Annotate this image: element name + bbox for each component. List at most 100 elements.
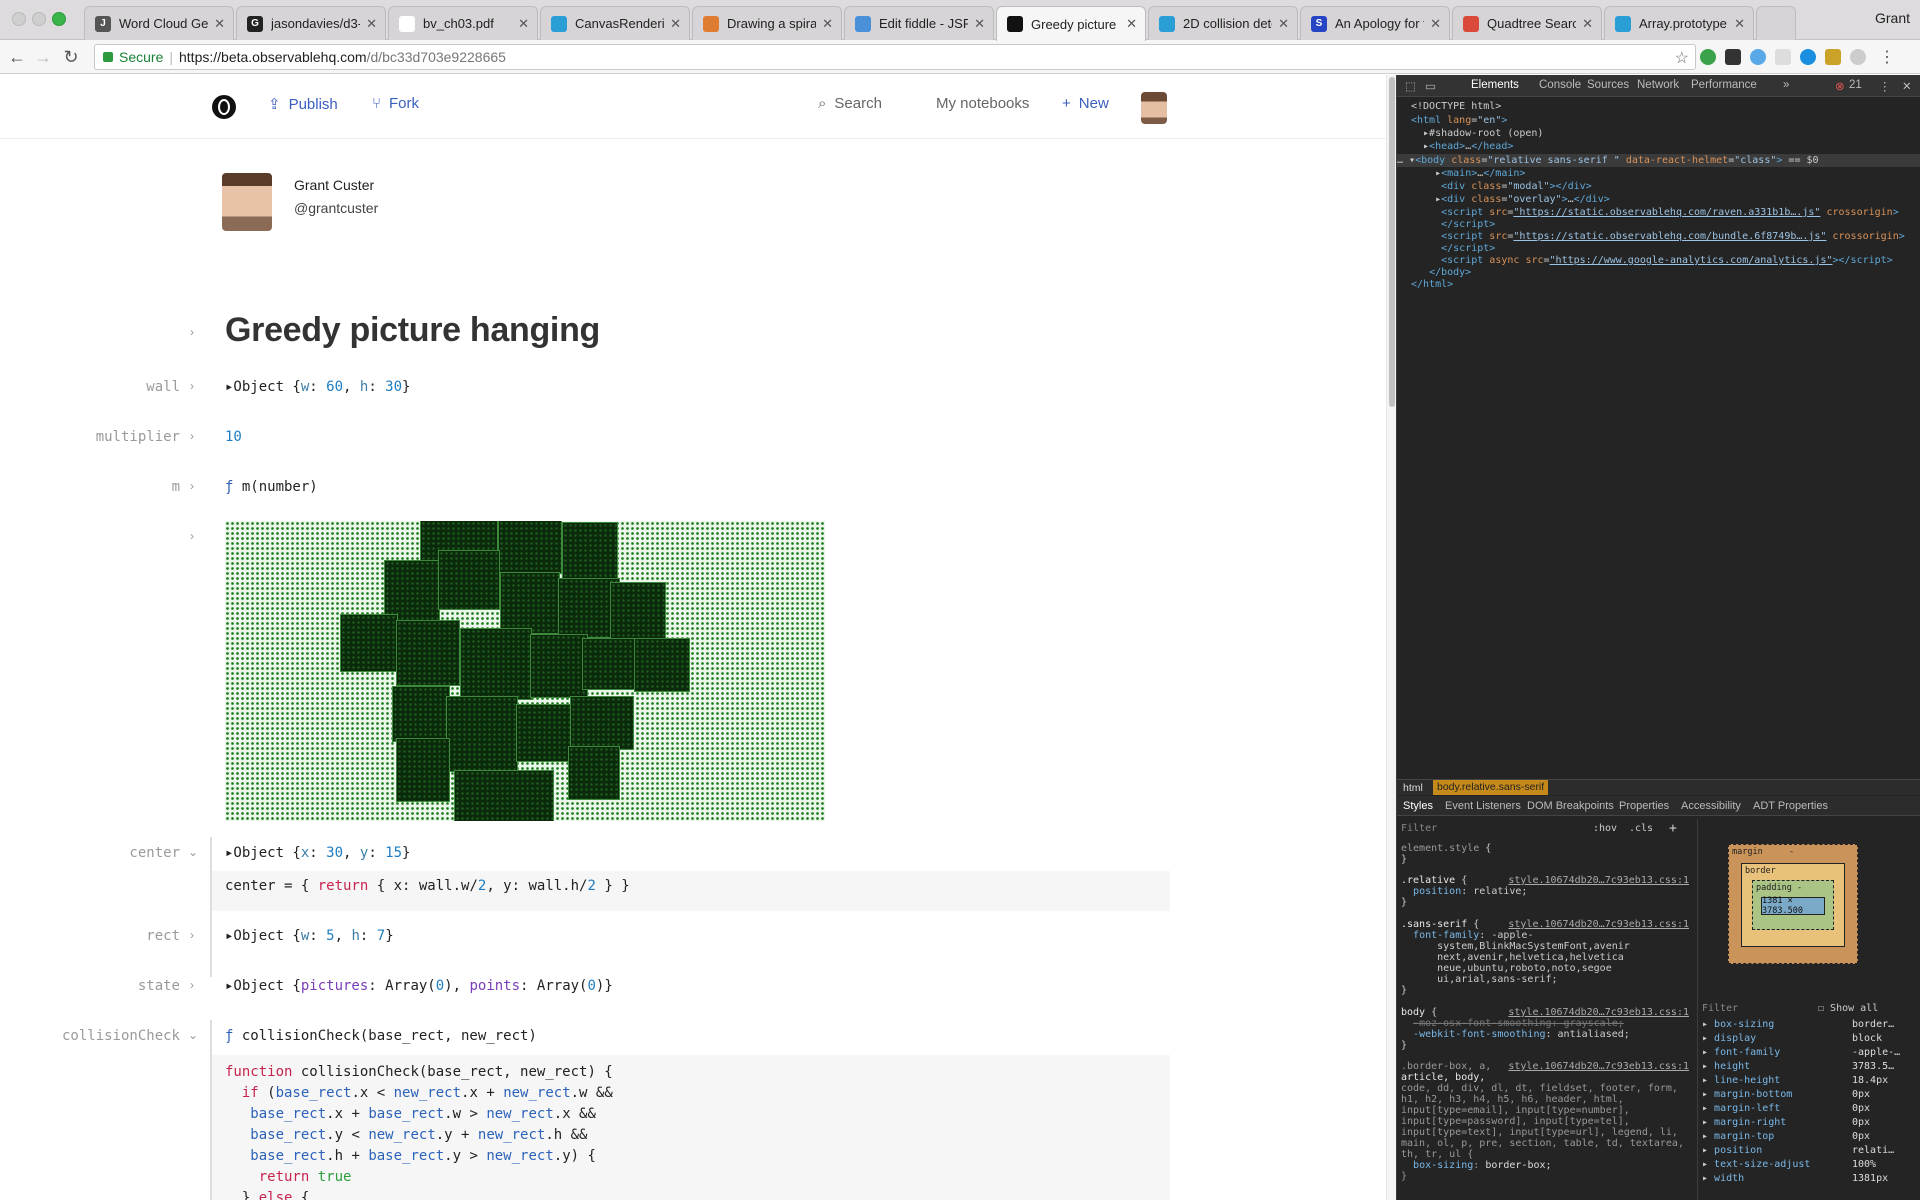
error-icon[interactable]: ⊗ [1835, 79, 1845, 93]
cell-label-m[interactable]: m [0, 479, 180, 495]
box-model-content[interactable]: 1381 × 3783.500 [1761, 896, 1825, 916]
browser-tab[interactable]: Drawing a spiral on ✕ [692, 6, 842, 40]
address-bar[interactable]: Secure | https:// beta.observablehq.com … [94, 44, 1696, 70]
extension-icon-6[interactable] [1825, 49, 1841, 65]
style-rule[interactable]: .sans-serif { font-family: -apple- syste… [1401, 919, 1630, 996]
browser-tab[interactable]: Gjasondavies/d3-clo ✕ [236, 6, 386, 40]
cell-label-wall[interactable]: wall [0, 379, 180, 395]
tab-close-icon[interactable]: ✕ [822, 16, 833, 32]
devtools-tab-elements[interactable]: Elements [1471, 79, 1519, 91]
chevron-right-icon[interactable]: › [190, 479, 194, 493]
box-model-padding[interactable]: padding - 1381 × 3783.500 [1752, 880, 1834, 930]
dom-line[interactable]: ▸<div class="overlay">…</div> [1411, 194, 1610, 205]
box-model-border[interactable]: border padding - 1381 × 3783.500 [1741, 863, 1845, 947]
tab-close-icon[interactable]: ✕ [974, 16, 985, 32]
browser-tab[interactable]: bv_ch03.pdf ✕ [388, 6, 538, 40]
dom-line[interactable]: ▸<main>…</main> [1411, 168, 1525, 179]
error-count[interactable]: 21 [1849, 79, 1862, 91]
minimize-window-button[interactable] [32, 12, 46, 26]
extension-icon-7[interactable] [1850, 49, 1866, 65]
dom-line[interactable]: </body> [1411, 267, 1471, 278]
new-rule-icon[interactable]: + [1669, 821, 1677, 836]
computed-property[interactable]: ▸ position relati… [1702, 1145, 1908, 1156]
scrollbar-thumb[interactable] [1389, 77, 1395, 407]
dom-line[interactable]: <!DOCTYPE html> [1411, 101, 1501, 112]
more-tabs-icon[interactable]: » [1783, 79, 1789, 91]
devtools-tab-sources[interactable]: Sources [1587, 79, 1629, 91]
style-source-link[interactable]: style.10674db20…7c93eb13.css:1 [1508, 1061, 1689, 1072]
dom-line[interactable]: ▸#shadow-root (open) [1411, 128, 1543, 139]
dom-line[interactable]: </html> [1411, 279, 1453, 290]
author-handle[interactable]: @grantcuster [294, 200, 378, 216]
browser-tab[interactable]: CanvasRenderingC ✕ [540, 6, 690, 40]
chevron-down-icon[interactable]: ⌄ [188, 845, 198, 859]
dom-line[interactable]: <script src="https://static.observablehq… [1411, 207, 1899, 218]
close-window-button[interactable] [12, 12, 26, 26]
dom-line[interactable]: </script> [1411, 219, 1495, 230]
devtools-menu-icon[interactable]: ⋮ [1879, 79, 1891, 93]
browser-tab[interactable]: Quadtree Search - ✕ [1452, 6, 1602, 40]
extension-icon-3[interactable] [1750, 49, 1766, 65]
extension-icon-2[interactable] [1725, 49, 1741, 65]
subtab-properties[interactable]: Properties [1619, 800, 1669, 812]
subtab-event-listeners[interactable]: Event Listeners [1445, 800, 1521, 812]
tab-close-icon[interactable]: ✕ [1430, 16, 1441, 32]
cell-output-wall[interactable]: ▸Object {w: 60, h: 30} [225, 379, 410, 395]
chevron-right-icon[interactable]: › [190, 325, 194, 339]
code-center[interactable]: center = { return { x: wall.w/2, y: wall… [225, 878, 630, 894]
devtools-tab-console[interactable]: Console [1539, 79, 1581, 91]
cell-label-multiplier[interactable]: multiplier [0, 429, 180, 445]
user-avatar[interactable] [1141, 92, 1167, 124]
browser-tab[interactable]: S An Apology for the ✕ [1300, 6, 1450, 40]
cls-toggle[interactable]: .cls [1629, 823, 1653, 834]
dom-line[interactable]: <script src="https://static.observablehq… [1411, 231, 1905, 242]
devtools-close-icon[interactable]: ✕ [1902, 79, 1912, 93]
page-scrollbar[interactable] [1386, 75, 1396, 1200]
style-source-link[interactable]: style.10674db20…7c93eb13.css:1 [1508, 919, 1689, 930]
style-rule[interactable]: element.style { } [1401, 843, 1491, 865]
computed-property[interactable]: ▸ margin-left 0px [1702, 1103, 1908, 1114]
author-name[interactable]: Grant Custer [294, 177, 374, 193]
chevron-right-icon[interactable]: › [190, 529, 194, 543]
devtools-tab-performance[interactable]: Performance [1691, 79, 1757, 91]
zoom-window-button[interactable] [52, 12, 66, 26]
profile-button[interactable]: Grant [1875, 10, 1910, 26]
computed-property[interactable]: ▸ font-family -apple-… [1702, 1047, 1908, 1058]
browser-tab[interactable]: Array.prototype.ev ✕ [1604, 6, 1754, 40]
cell-label-state[interactable]: state [0, 978, 180, 994]
computed-property[interactable]: ▸ height 3783.5… [1702, 1061, 1908, 1072]
dom-line[interactable]: ▸<head>…</head> [1411, 141, 1513, 152]
observable-logo[interactable] [212, 95, 236, 119]
inspect-element-icon[interactable]: ⬚ [1405, 79, 1416, 93]
tab-close-icon[interactable]: ✕ [214, 16, 225, 32]
cell-output-center[interactable]: ▸Object {x: 30, y: 15} [225, 845, 410, 861]
chevron-right-icon[interactable]: › [190, 429, 194, 443]
browser-tab[interactable]: Edit fiddle - JSFiddle ✕ [844, 6, 994, 40]
tab-close-icon[interactable]: ✕ [1734, 16, 1745, 32]
computed-property[interactable]: ▸ margin-right 0px [1702, 1117, 1908, 1128]
dom-line[interactable]: <script async src="https://www.google-an… [1411, 255, 1893, 266]
browser-menu-icon[interactable]: ⋮ [1876, 46, 1898, 68]
devtools-tab-network[interactable]: Network [1637, 79, 1679, 91]
chevron-right-icon[interactable]: › [190, 928, 194, 942]
cell-output-rect[interactable]: ▸Object {w: 5, h: 7} [225, 928, 394, 944]
extension-icon-1[interactable] [1700, 49, 1716, 65]
hov-toggle[interactable]: :hov [1593, 823, 1617, 834]
subtab-adt-properties[interactable]: ADT Properties [1753, 800, 1828, 812]
fork-button[interactable]: ⑂ Fork [372, 95, 419, 112]
subtab-dom-breakpoints[interactable]: DOM Breakpoints [1527, 800, 1614, 812]
dom-line-body[interactable]: … ▾<body class="relative sans-serif " da… [1397, 155, 1819, 166]
computed-property[interactable]: ▸ width 1381px [1702, 1173, 1908, 1184]
extension-icon-4[interactable] [1775, 49, 1791, 65]
computed-property[interactable]: ▸ margin-top 0px [1702, 1131, 1908, 1142]
box-model-margin[interactable]: margin - border padding - 1381 × 3783.50… [1728, 844, 1858, 964]
my-notebooks-link[interactable]: My notebooks [936, 95, 1029, 112]
style-source-link[interactable]: style.10674db20…7c93eb13.css:1 [1508, 875, 1689, 886]
cell-label-center[interactable]: center [0, 845, 180, 861]
style-rule[interactable]: .border-box, a, article, body, code, dd,… [1401, 1061, 1684, 1182]
tab-close-icon[interactable]: ✕ [518, 16, 529, 32]
chevron-right-icon[interactable]: › [190, 379, 194, 393]
computed-property[interactable]: ▸ line-height 18.4px [1702, 1075, 1908, 1086]
back-arrow-icon[interactable]: ← [6, 46, 28, 68]
tab-close-icon[interactable]: ✕ [1278, 16, 1289, 32]
